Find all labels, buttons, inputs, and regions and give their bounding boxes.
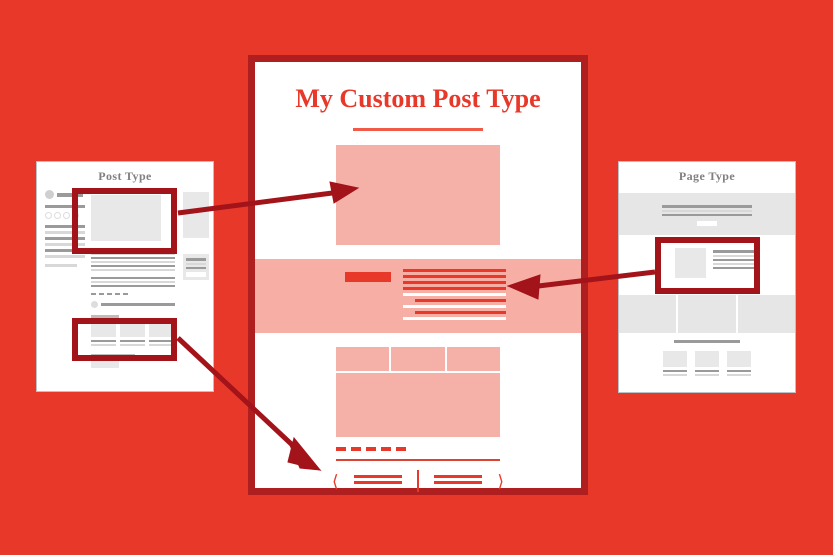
pagination[interactable]: ⟨ ⟩ <box>332 470 504 492</box>
post-widget-column <box>183 192 209 280</box>
page-three-column-band <box>619 295 795 333</box>
prev-page-label[interactable] <box>353 475 402 487</box>
avatar-icon <box>45 190 54 199</box>
band-tag <box>345 272 391 282</box>
page-card <box>727 351 751 376</box>
page-card <box>663 351 687 376</box>
page-title: My Custom Post Type <box>295 84 541 113</box>
page-type-card-title: Page Type <box>678 169 736 183</box>
chevron-left-icon[interactable]: ⟨ <box>332 473 339 490</box>
meta-dashes <box>336 447 500 451</box>
page-card <box>695 351 719 376</box>
post-type-card-title: Post Type <box>98 169 152 183</box>
post-author-row <box>91 301 177 308</box>
page-header-button[interactable] <box>697 221 717 226</box>
grid-body <box>336 373 500 437</box>
post-widget-ad <box>183 192 209 238</box>
grid-cell <box>391 347 445 371</box>
chevron-right-icon[interactable]: ⟩ <box>497 473 504 490</box>
content-band <box>255 259 581 333</box>
sidebar-line <box>45 264 77 267</box>
sidebar-line <box>45 255 85 258</box>
post-dash-row <box>91 293 177 295</box>
pager-divider <box>416 470 419 492</box>
band-text-lines <box>403 269 506 323</box>
post-body-lines-2 <box>91 277 177 287</box>
highlight-page-media-text[interactable] <box>655 237 760 294</box>
grid-cell <box>336 347 390 371</box>
hero-image-placeholder <box>336 145 500 245</box>
custom-post-type-panel[interactable]: My Custom Post Type ⟨ ⟩ <box>248 55 588 495</box>
grid-cell <box>446 347 500 371</box>
grid-header-row <box>336 347 500 371</box>
diagram-canvas: Post Type Page Type My Custom Post Type … <box>0 0 833 555</box>
pager-divider-rule <box>336 459 500 461</box>
page-bottom-section <box>619 340 795 376</box>
page-section-heading <box>674 340 740 343</box>
highlight-post-related-posts[interactable] <box>72 318 177 361</box>
post-widget-box <box>183 254 209 280</box>
highlight-post-featured-image[interactable] <box>72 188 177 254</box>
next-page-label[interactable] <box>434 475 483 487</box>
page-header-band <box>619 193 795 235</box>
title-underline <box>353 128 483 131</box>
author-avatar-icon <box>91 301 98 308</box>
content-grid <box>336 347 500 437</box>
